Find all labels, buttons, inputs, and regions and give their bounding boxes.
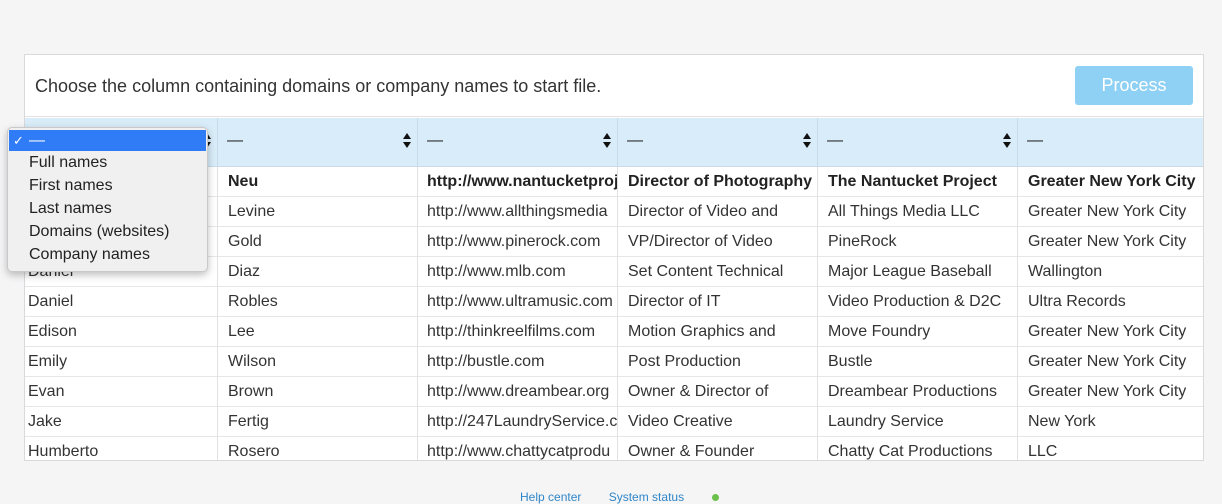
select-arrows-icon bbox=[803, 131, 811, 151]
table-cell: New York bbox=[1028, 413, 1096, 430]
select-arrows-icon bbox=[403, 131, 411, 151]
table-cell: http://thinkreelfilms.com bbox=[418, 317, 618, 347]
table-cell: VP/Director of Video bbox=[618, 227, 818, 257]
table-row: Humberto Rosero http://www.chattycatprod… bbox=[25, 437, 1203, 460]
table-cell: Director of Video and bbox=[618, 197, 818, 227]
table-cell: Edison bbox=[25, 317, 218, 347]
dropdown-option-domains[interactable]: Domains (websites) bbox=[8, 220, 207, 243]
table-cell: Daniel bbox=[25, 287, 218, 317]
table-cell: http://www.chattycatprodu bbox=[418, 437, 618, 460]
table-cell: http://bustle.com bbox=[418, 347, 618, 377]
table-cell: Motion Graphics and bbox=[618, 317, 818, 347]
table-cell: Fertig bbox=[218, 407, 418, 437]
table-cell: Wallington bbox=[1028, 263, 1103, 280]
column-select-value: — bbox=[627, 132, 643, 149]
table-cell: Post Production bbox=[618, 347, 818, 377]
dropdown-option-first-names[interactable]: First names bbox=[8, 174, 207, 197]
table-row: Emily Wilson http://bustle.com Post Prod… bbox=[25, 347, 1203, 377]
instructions-text: Choose the column containing domains or … bbox=[35, 76, 602, 96]
table-cell: Set Content Technical bbox=[618, 257, 818, 287]
table-cell: Greater New York City bbox=[1028, 353, 1187, 370]
checkmark-icon: ✓ bbox=[13, 133, 24, 148]
column-select-4[interactable]: — bbox=[618, 118, 818, 166]
table-cell: Director of Photography bbox=[618, 167, 818, 197]
table-cell: Diaz bbox=[218, 257, 418, 287]
dropdown-option-none[interactable]: ✓ — bbox=[9, 130, 206, 151]
table-cell: Owner & Founder bbox=[618, 437, 818, 460]
table-cell: Levine bbox=[218, 197, 418, 227]
table-cell: All Things Media LLC bbox=[818, 197, 1018, 227]
table-cell: Robles bbox=[218, 287, 418, 317]
process-button[interactable]: Process bbox=[1075, 66, 1193, 105]
column-select-value: — bbox=[227, 132, 243, 149]
table-cell: Chatty Cat Productions bbox=[818, 437, 1018, 460]
table-cell: The Nantucket Project bbox=[818, 167, 1018, 197]
dropdown-option-company-names[interactable]: Company names bbox=[8, 243, 207, 266]
system-status-label: System status bbox=[608, 490, 685, 504]
table-cell: LLC bbox=[1028, 443, 1058, 460]
column-select-value: — bbox=[1027, 132, 1043, 149]
table-cell: Brown bbox=[218, 377, 418, 407]
table-row: Daniel Robles http://www.ultramusic.com … bbox=[25, 287, 1203, 317]
system-status-link[interactable]: System status bbox=[609, 490, 743, 504]
table-cell: Lee bbox=[218, 317, 418, 347]
table-cell: Greater New York City bbox=[1028, 233, 1187, 250]
table-cell: http://www.mlb.com bbox=[418, 257, 618, 287]
table-cell: Owner & Director of bbox=[618, 377, 818, 407]
table-cell: http://247LaundryService.c bbox=[418, 407, 618, 437]
column-select-2[interactable]: — bbox=[218, 118, 418, 166]
table-cell: Greater New York City bbox=[1028, 203, 1187, 220]
column-type-dropdown[interactable]: ✓ — Full names First names Last names Do… bbox=[7, 127, 208, 272]
table-cell: Dreambear Productions bbox=[818, 377, 1018, 407]
table-cell: PineRock bbox=[818, 227, 1018, 257]
table-cell: http://www.ultramusic.com bbox=[418, 287, 618, 317]
column-select-6[interactable]: — bbox=[1018, 118, 1203, 166]
select-arrows-icon bbox=[603, 131, 611, 151]
table-cell: Rosero bbox=[218, 437, 418, 460]
table-cell: http://www.dreambear.org bbox=[418, 377, 618, 407]
table-cell: Video Production & D2C bbox=[818, 287, 1018, 317]
table-cell: http://www.allthingsmedia bbox=[418, 197, 618, 227]
table-cell: Video Creative bbox=[618, 407, 818, 437]
footer: Help center System status bbox=[520, 490, 767, 504]
dropdown-option-last-names[interactable]: Last names bbox=[8, 197, 207, 220]
dropdown-option-full-names[interactable]: Full names bbox=[8, 151, 207, 174]
table-cell: Bustle bbox=[818, 347, 1018, 377]
column-select-3[interactable]: — bbox=[418, 118, 618, 166]
table-cell: Director of IT bbox=[618, 287, 818, 317]
table-cell: Ultra Records bbox=[1028, 293, 1126, 310]
panel-header: Choose the column containing domains or … bbox=[25, 55, 1203, 117]
table-row: Edison Lee http://thinkreelfilms.com Mot… bbox=[25, 317, 1203, 347]
select-arrows-icon bbox=[1003, 131, 1011, 151]
table-row: Jake Fertig http://247LaundryService.c V… bbox=[25, 407, 1203, 437]
dropdown-option-label: — bbox=[29, 132, 45, 149]
table-row: Evan Brown http://www.dreambear.org Owne… bbox=[25, 377, 1203, 407]
table-cell: Greater New York City bbox=[1028, 383, 1187, 400]
table-cell: Greater New York City bbox=[1028, 323, 1187, 340]
table-cell: http://www.nantucketproje bbox=[418, 167, 618, 197]
table-cell: Laundry Service bbox=[818, 407, 1018, 437]
help-center-link[interactable]: Help center bbox=[520, 490, 581, 504]
table-cell: Jake bbox=[25, 407, 218, 437]
table-cell: Greater New York City bbox=[1028, 173, 1196, 190]
table-cell: Humberto bbox=[25, 437, 218, 460]
table-cell: Wilson bbox=[218, 347, 418, 377]
column-select-value: — bbox=[427, 132, 443, 149]
table-cell: Major League Baseball bbox=[818, 257, 1018, 287]
column-select-5[interactable]: — bbox=[818, 118, 1018, 166]
column-select-value: — bbox=[827, 132, 843, 149]
table-cell: Neu bbox=[218, 167, 418, 197]
table-cell: Evan bbox=[25, 377, 218, 407]
table-cell: Move Foundry bbox=[818, 317, 1018, 347]
table-cell: Gold bbox=[218, 227, 418, 257]
table-cell: Emily bbox=[25, 347, 218, 377]
table-cell: http://www.pinerock.com bbox=[418, 227, 618, 257]
